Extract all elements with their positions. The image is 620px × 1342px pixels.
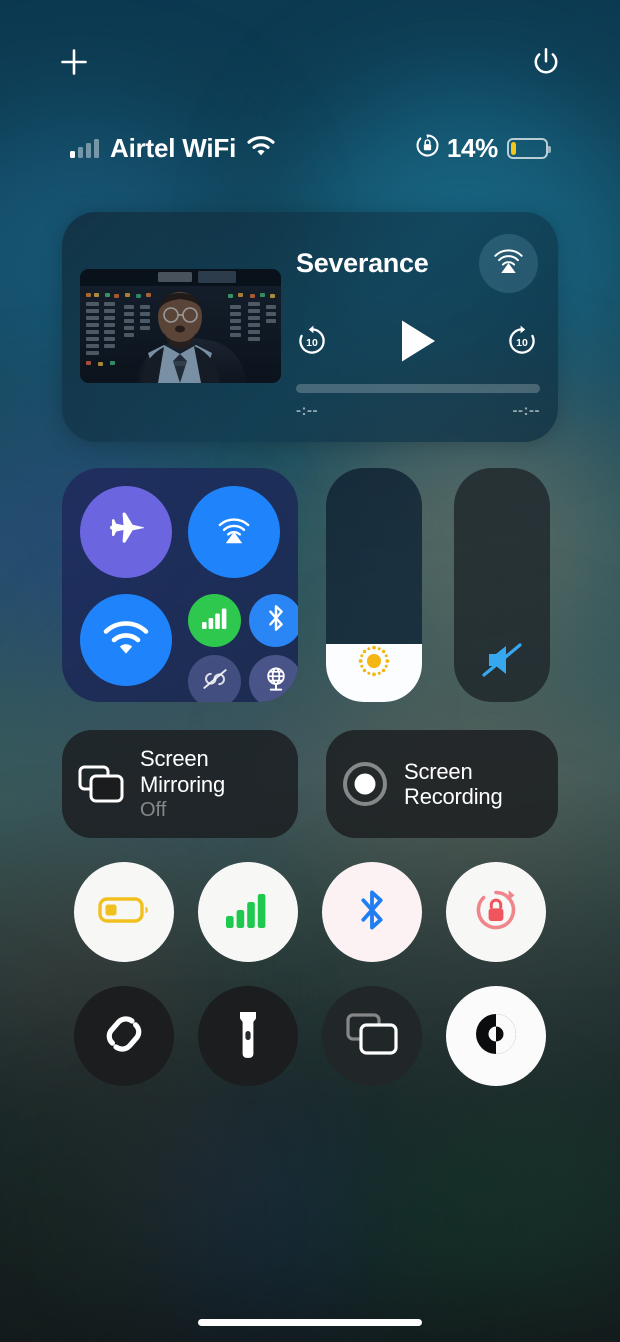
media-transport-controls: 10 10 bbox=[294, 312, 540, 374]
skip-forward-10-icon: 10 bbox=[504, 323, 540, 364]
battery-icon bbox=[507, 137, 551, 159]
rotation-lock-icon bbox=[415, 133, 440, 163]
battery-percent-label: 14% bbox=[446, 132, 498, 163]
rotation-lock-icon bbox=[471, 886, 521, 939]
cellular-data-button[interactable] bbox=[188, 594, 241, 647]
skip-forward-10-button[interactable]: 10 bbox=[504, 323, 540, 364]
screen-mirroring-toggle-button[interactable] bbox=[322, 986, 422, 1086]
vpn-button[interactable] bbox=[249, 655, 298, 702]
now-playing-card[interactable]: Severance 10 10 -:-- --:-- bbox=[62, 212, 558, 442]
time-elapsed-label: -:-- bbox=[296, 402, 318, 419]
bluetooth-icon bbox=[355, 888, 389, 937]
cellular-data-toggle-button[interactable] bbox=[198, 862, 298, 962]
add-control-button[interactable] bbox=[52, 40, 96, 84]
screen-mirroring-tile[interactable]: Screen Mirroring Off bbox=[62, 730, 298, 838]
wifi-button[interactable] bbox=[80, 594, 172, 686]
airdrop-icon bbox=[211, 507, 257, 558]
shazam-button[interactable] bbox=[74, 986, 174, 1086]
flashlight-button[interactable] bbox=[198, 986, 298, 1086]
control-center: Airtel WiFi 14% Severance 10 10 -:-- --:… bbox=[0, 0, 620, 1342]
low-power-mode-button[interactable] bbox=[74, 862, 174, 962]
contrast-circle-icon bbox=[470, 1008, 522, 1065]
low-battery-icon bbox=[98, 895, 150, 930]
control-center-topbar bbox=[0, 38, 620, 86]
bluetooth-toggle-button[interactable] bbox=[322, 862, 422, 962]
connectivity-module bbox=[62, 468, 298, 702]
media-time-row: -:-- --:-- bbox=[296, 402, 540, 419]
brightness-sun-icon bbox=[326, 642, 422, 680]
airplay-button[interactable] bbox=[479, 234, 538, 293]
media-progress-slider[interactable] bbox=[296, 384, 540, 393]
wifi-icon bbox=[102, 619, 150, 662]
svg-text:10: 10 bbox=[306, 337, 318, 349]
brightness-slider[interactable] bbox=[326, 468, 422, 702]
power-button[interactable] bbox=[524, 40, 568, 84]
play-button[interactable] bbox=[395, 317, 439, 370]
screen-mirroring-text: Screen Mirroring Off bbox=[140, 746, 298, 822]
screen-recording-tile[interactable]: Screen Recording bbox=[326, 730, 558, 838]
cellular-bars-icon bbox=[225, 891, 271, 934]
hotspot-off-icon bbox=[200, 666, 230, 697]
now-playing-artwork bbox=[80, 269, 281, 383]
skip-back-10-button[interactable]: 10 bbox=[294, 323, 330, 364]
carrier-label: Airtel WiFi bbox=[110, 133, 237, 163]
shazam-icon bbox=[98, 1008, 150, 1065]
now-playing-title: Severance bbox=[296, 248, 429, 278]
globe-vpn-icon bbox=[262, 665, 290, 698]
airplane-mode-button[interactable] bbox=[80, 486, 172, 578]
wifi-icon bbox=[246, 134, 276, 162]
screen-recording-label: Screen Recording bbox=[404, 758, 503, 809]
rotation-lock-toggle-button[interactable] bbox=[446, 862, 546, 962]
quick-controls-grid bbox=[62, 862, 558, 1086]
screen-mirroring-status: Off bbox=[140, 798, 167, 821]
airplane-icon bbox=[104, 508, 148, 557]
home-indicator[interactable] bbox=[198, 1319, 422, 1326]
volume-slider[interactable] bbox=[454, 468, 550, 702]
cellular-bars-icon bbox=[201, 606, 229, 635]
personal-hotspot-button[interactable] bbox=[188, 655, 241, 702]
volume-muted-icon bbox=[454, 640, 550, 680]
play-icon bbox=[395, 317, 439, 370]
bluetooth-icon bbox=[264, 603, 288, 638]
screen-mirroring-label: Screen Mirroring bbox=[140, 746, 225, 797]
airplay-icon bbox=[492, 245, 525, 283]
skip-back-10-icon: 10 bbox=[294, 323, 330, 364]
status-left-group: Airtel WiFi bbox=[70, 134, 276, 162]
time-remaining-label: --:-- bbox=[512, 402, 540, 419]
screen-mirroring-icon bbox=[345, 1011, 399, 1062]
status-right-group: 14% bbox=[415, 132, 551, 164]
signal-strength-icon bbox=[70, 138, 99, 158]
screen-mirroring-icon bbox=[62, 763, 140, 805]
status-row: Airtel WiFi 14% bbox=[0, 126, 620, 170]
screen-recording-text: Screen Recording bbox=[404, 759, 558, 810]
flashlight-icon bbox=[235, 1008, 261, 1065]
dark-mode-toggle-button[interactable] bbox=[446, 986, 546, 1086]
bluetooth-button[interactable] bbox=[249, 594, 298, 647]
record-circle-icon bbox=[326, 759, 404, 809]
airdrop-button[interactable] bbox=[188, 486, 280, 578]
svg-text:10: 10 bbox=[516, 337, 528, 349]
